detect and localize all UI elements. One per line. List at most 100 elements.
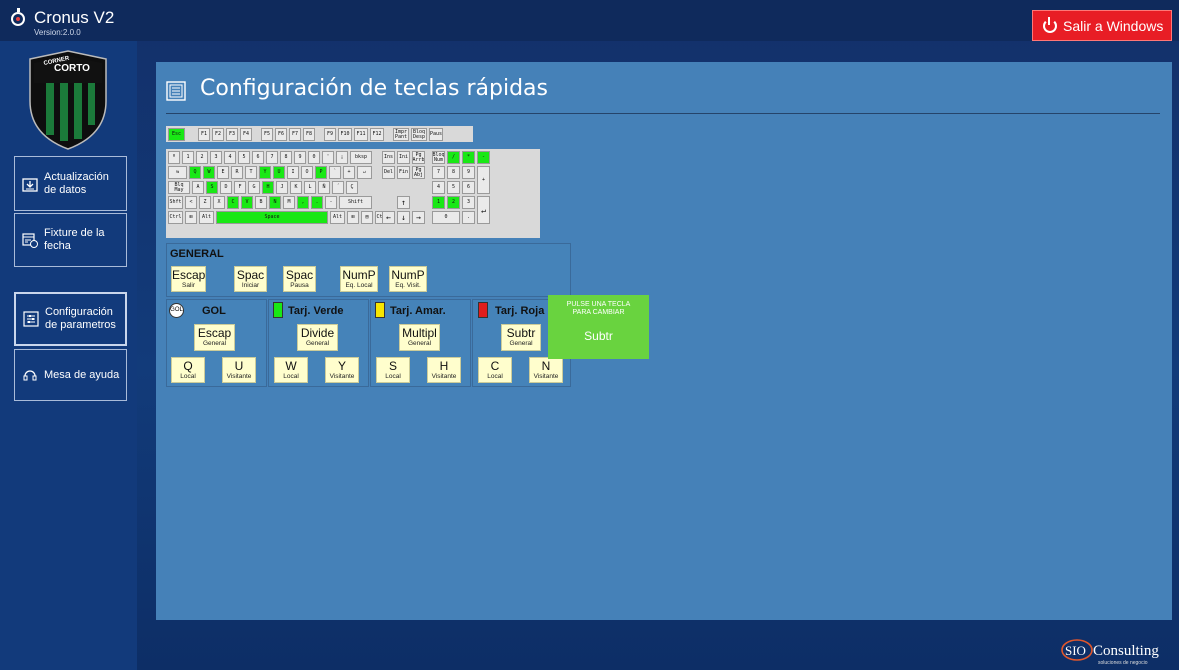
- key-h[interactable]: H: [262, 181, 274, 194]
- shortcut-red-general[interactable]: Subtr General: [501, 324, 541, 351]
- key-f9[interactable]: F9: [324, 128, 336, 141]
- key-insert[interactable]: Ins: [382, 151, 395, 164]
- key-exclamation[interactable]: ¡: [336, 151, 348, 164]
- key-c-cedilla[interactable]: Ç: [346, 181, 358, 194]
- shortcut-yellow-general[interactable]: Multipl General: [399, 324, 440, 351]
- key-num-add[interactable]: +: [477, 166, 490, 194]
- key-3[interactable]: 3: [210, 151, 222, 164]
- key-t[interactable]: T: [245, 166, 257, 179]
- key-f[interactable]: F: [234, 181, 246, 194]
- sidebar-item-data-update[interactable]: Actualización de datos: [14, 156, 127, 211]
- shortcut-green-local[interactable]: W Local: [274, 357, 308, 383]
- key-f7[interactable]: F7: [289, 128, 301, 141]
- key-win-left[interactable]: ⊞: [185, 211, 197, 224]
- key-r[interactable]: R: [231, 166, 243, 179]
- key-i[interactable]: I: [287, 166, 299, 179]
- key-page-up[interactable]: Pg Arrb: [412, 151, 425, 164]
- key-g[interactable]: G: [248, 181, 260, 194]
- key-num-multiply[interactable]: *: [462, 151, 475, 164]
- key-alt-left[interactable]: Alt: [199, 211, 214, 224]
- key-w[interactable]: W: [203, 166, 215, 179]
- key-4[interactable]: 4: [224, 151, 236, 164]
- shortcut-exit[interactable]: Escap Salir: [171, 266, 206, 292]
- key-s[interactable]: S: [206, 181, 218, 194]
- key-f12[interactable]: F12: [370, 128, 384, 141]
- key-num-3[interactable]: 3: [462, 196, 475, 209]
- key-7[interactable]: 7: [266, 151, 278, 164]
- key-1[interactable]: 1: [182, 151, 194, 164]
- key-home[interactable]: Ini: [397, 151, 410, 164]
- key-tab[interactable]: ⇆: [168, 166, 187, 179]
- key-a[interactable]: A: [192, 181, 204, 194]
- key-l[interactable]: L: [304, 181, 316, 194]
- key-u[interactable]: U: [273, 166, 285, 179]
- key-p[interactable]: P: [315, 166, 327, 179]
- key-num-1[interactable]: 1: [432, 196, 445, 209]
- key-z[interactable]: Z: [199, 196, 211, 209]
- shortcut-local-team[interactable]: NumP Eq. Local: [340, 266, 378, 292]
- key-c[interactable]: C: [227, 196, 239, 209]
- key-num-6[interactable]: 6: [462, 181, 475, 194]
- key-ordinal[interactable]: º: [168, 151, 180, 164]
- key-print-screen[interactable]: Impr Pant: [393, 128, 409, 141]
- key-num-4[interactable]: 4: [432, 181, 445, 194]
- key-period[interactable]: .: [311, 196, 323, 209]
- key-alt-right[interactable]: Alt: [330, 211, 345, 224]
- shortcut-goal-general[interactable]: Escap General: [194, 324, 235, 351]
- key-0[interactable]: 0: [308, 151, 320, 164]
- key-enter[interactable]: ↵: [357, 166, 372, 179]
- key-less-than[interactable]: <: [185, 196, 197, 209]
- shortcut-start[interactable]: Spac Iniciar: [234, 266, 267, 292]
- key-minus[interactable]: -: [325, 196, 337, 209]
- key-f10[interactable]: F10: [338, 128, 352, 141]
- key-o[interactable]: O: [301, 166, 313, 179]
- shortcut-green-general[interactable]: Divide General: [297, 324, 338, 351]
- key-b[interactable]: B: [255, 196, 267, 209]
- key-comma[interactable]: ,: [297, 196, 309, 209]
- key-delete[interactable]: Del: [382, 166, 395, 179]
- key-shift-left[interactable]: Shft: [168, 196, 183, 209]
- key-j[interactable]: J: [276, 181, 288, 194]
- key-f8[interactable]: F8: [303, 128, 315, 141]
- key-f5[interactable]: F5: [261, 128, 273, 141]
- key-m[interactable]: M: [283, 196, 295, 209]
- key-2[interactable]: 2: [196, 151, 208, 164]
- key-f11[interactable]: F11: [354, 128, 368, 141]
- key-num-divide[interactable]: /: [447, 151, 460, 164]
- key-num-lock[interactable]: Bloq Num: [432, 151, 445, 164]
- key-n[interactable]: N: [269, 196, 281, 209]
- key-backtick[interactable]: `: [329, 166, 341, 179]
- key-f1[interactable]: F1: [198, 128, 210, 141]
- key-win-right[interactable]: ⊞: [347, 211, 359, 224]
- exit-to-windows-button[interactable]: Salir a Windows: [1032, 10, 1172, 41]
- key-ctrl-left[interactable]: Ctrl: [168, 211, 183, 224]
- key-f4[interactable]: F4: [240, 128, 252, 141]
- shortcut-visit-team[interactable]: NumP Eq. Visit.: [389, 266, 427, 292]
- key-arrow-down[interactable]: ↓: [397, 211, 410, 224]
- shortcut-pause[interactable]: Spac Pausa: [283, 266, 316, 292]
- key-arrow-up[interactable]: ↑: [397, 196, 410, 209]
- key-k[interactable]: K: [290, 181, 302, 194]
- shortcut-green-visit[interactable]: Y Visitante: [325, 357, 359, 383]
- key-num-decimal[interactable]: .: [462, 211, 475, 224]
- key-e[interactable]: E: [217, 166, 229, 179]
- key-q[interactable]: Q: [189, 166, 201, 179]
- key-num-5[interactable]: 5: [447, 181, 460, 194]
- key-space[interactable]: Space: [216, 211, 328, 224]
- key-f2[interactable]: F2: [212, 128, 224, 141]
- key-n-tilde[interactable]: Ñ: [318, 181, 330, 194]
- key-acute[interactable]: ´: [332, 181, 344, 194]
- key-apostrophe[interactable]: ': [322, 151, 334, 164]
- key-menu[interactable]: ▤: [361, 211, 373, 224]
- key-num-0[interactable]: 0: [432, 211, 460, 224]
- key-8[interactable]: 8: [280, 151, 292, 164]
- key-backspace[interactable]: bksp: [350, 151, 372, 164]
- key-num-subtract[interactable]: -: [477, 151, 490, 164]
- key-page-down[interactable]: Pg Abj: [412, 166, 425, 179]
- key-x[interactable]: X: [213, 196, 225, 209]
- shortcut-red-local[interactable]: C Local: [478, 357, 512, 383]
- key-end[interactable]: Fin: [397, 166, 410, 179]
- key-num-7[interactable]: 7: [432, 166, 445, 179]
- key-y[interactable]: Y: [259, 166, 271, 179]
- key-shift-right[interactable]: Shift: [339, 196, 372, 209]
